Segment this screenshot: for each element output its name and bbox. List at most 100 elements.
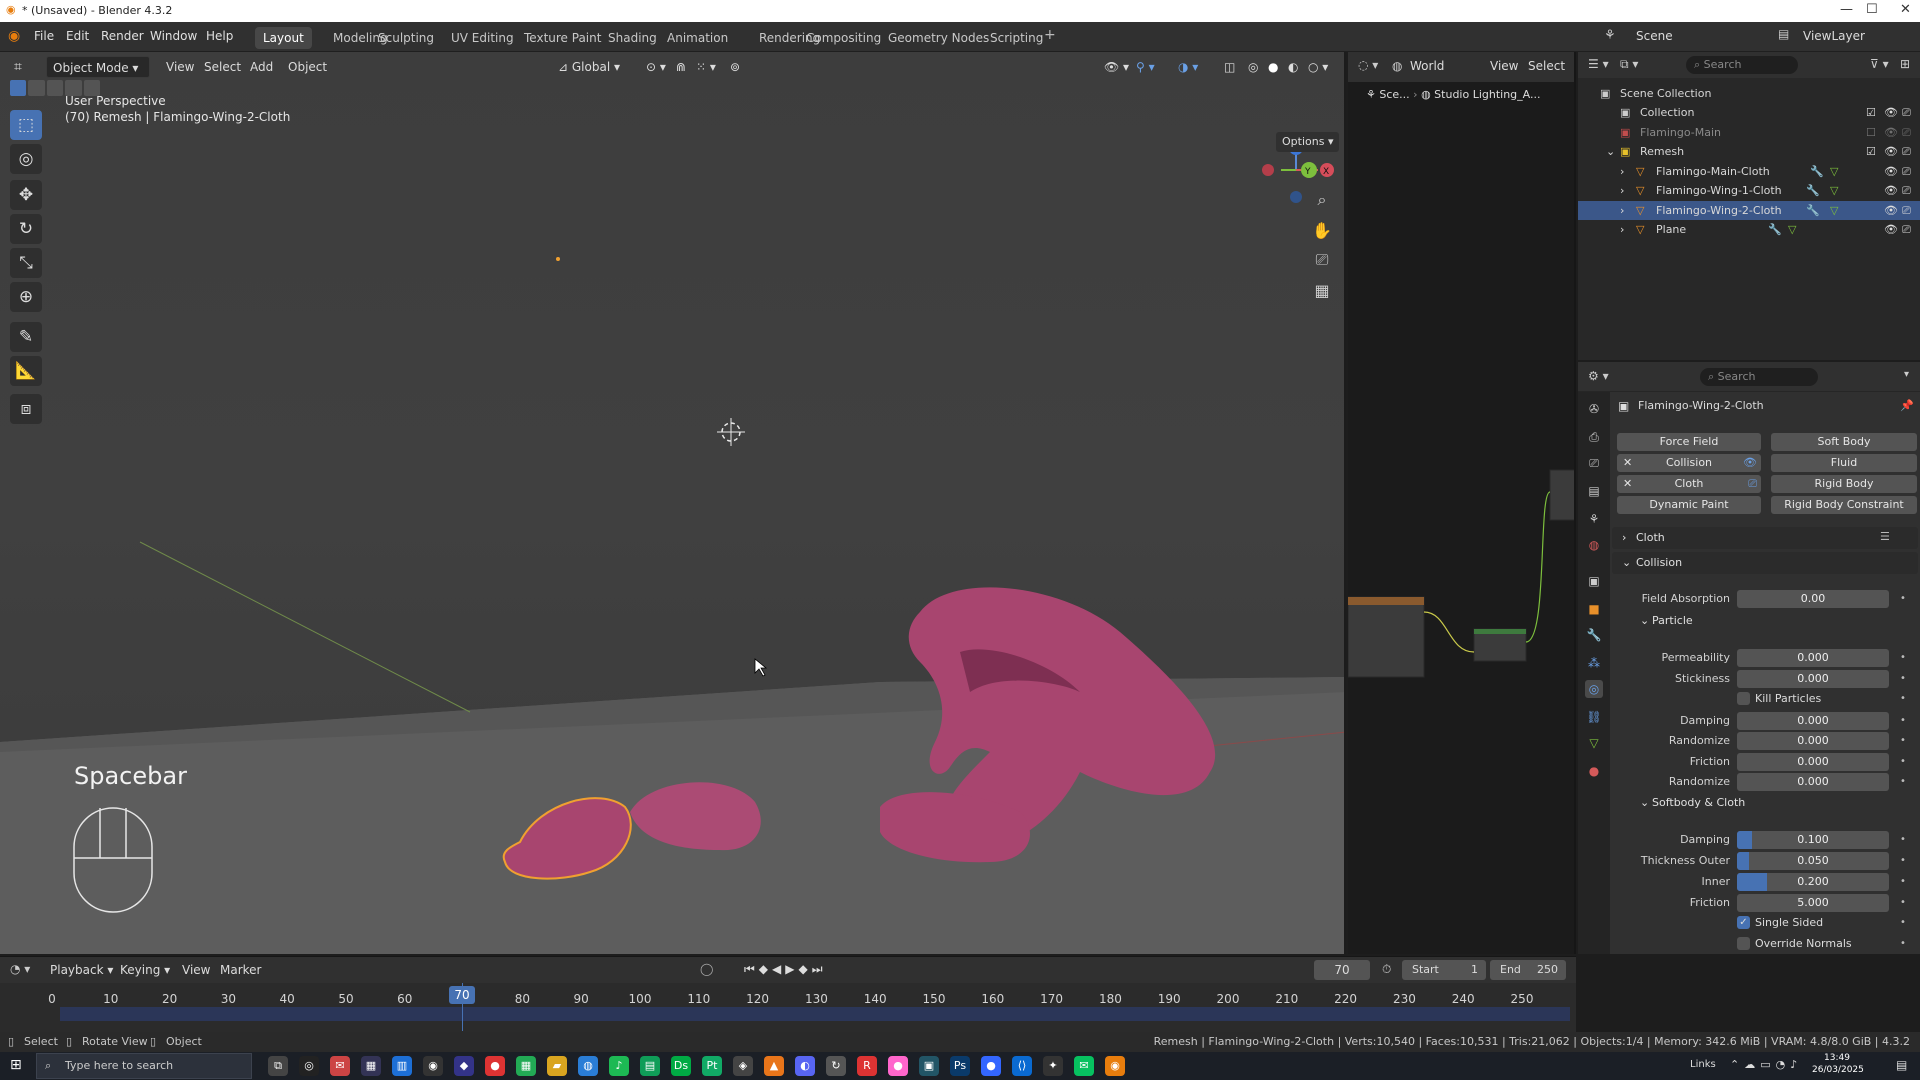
add-cube-tool-icon[interactable]: ⧈	[10, 394, 42, 424]
modifier-icon[interactable]: 🔧	[1806, 184, 1820, 197]
ortho-grid-icon[interactable]: ▦	[1308, 276, 1336, 304]
calendar-icon[interactable]: ▦	[361, 1056, 381, 1076]
scale-tool-icon[interactable]: ⤡	[10, 248, 42, 278]
menu-help[interactable]: Help	[206, 29, 233, 43]
menu-file[interactable]: File	[34, 29, 54, 43]
fluid-button[interactable]: Fluid	[1771, 454, 1917, 472]
editor-type-icon[interactable]: ⌗	[8, 56, 28, 78]
render-camera-icon[interactable]: ⎚	[1902, 145, 1911, 159]
app-icon[interactable]: R	[857, 1056, 877, 1076]
current-frame-field[interactable]: 70	[1314, 960, 1370, 980]
damping-s-field[interactable]: 0.100	[1737, 831, 1889, 849]
options-dropdown[interactable]: Options ▾	[1276, 132, 1340, 152]
render-camera-icon[interactable]: ⎚	[1902, 126, 1911, 140]
select-menu[interactable]: Select	[198, 56, 247, 78]
chevron-right-icon[interactable]: ›	[1620, 184, 1624, 197]
camera-view-icon[interactable]: ⎚	[1308, 246, 1336, 274]
tab-compositing[interactable]: Compositing	[798, 27, 889, 49]
visibility-eye-icon[interactable]: 👁	[1884, 223, 1898, 236]
mesh-data-icon[interactable]: ▽	[1788, 223, 1796, 236]
exclude-checkbox-icon[interactable]: ☐	[1866, 126, 1876, 139]
obs-icon[interactable]: ◉	[423, 1056, 443, 1076]
tool-tab-icon[interactable]: ✇	[1585, 400, 1603, 418]
rendered-shading-icon[interactable]: ○ ▾	[1302, 56, 1334, 78]
chrome-icon[interactable]: ◍	[578, 1056, 598, 1076]
permeability-field[interactable]: 0.000	[1737, 649, 1889, 667]
render-camera-icon[interactable]: ⎚	[1902, 165, 1911, 179]
maximize-icon[interactable]: ☐	[1866, 2, 1878, 17]
outliner-search-input[interactable]: ⌕ Search	[1686, 56, 1798, 74]
calculator-icon[interactable]: ▦	[516, 1056, 536, 1076]
outliner-item[interactable]: › ▽ Flamingo-Wing-2-Cloth 🔧 ▽ 👁 ⎚	[1578, 200, 1920, 220]
annotate-tool-icon[interactable]: ✎	[10, 322, 42, 352]
view-layer-tab-icon[interactable]: ▤	[1585, 482, 1603, 500]
friction-p-field[interactable]: 0.000	[1737, 753, 1889, 771]
tab-geometry-nodes[interactable]: Geometry Nodes	[880, 27, 997, 49]
outliner-scene-collection[interactable]: ▣ Scene Collection	[1578, 84, 1920, 103]
view-menu[interactable]: View	[160, 56, 200, 78]
taskbar-links[interactable]: Links	[1690, 1059, 1716, 1070]
keyframe-dot-icon[interactable]: •	[1900, 938, 1906, 949]
panel-list-icon[interactable]: ☰	[1880, 530, 1890, 543]
select-box-tool-icon[interactable]: ⬚	[10, 110, 42, 140]
transform-tool-icon[interactable]: ⊕	[10, 282, 42, 312]
keyframe-dot-icon[interactable]: •	[1900, 834, 1906, 845]
keyframe-dot-icon[interactable]: •	[1900, 693, 1906, 704]
tab-sculpting[interactable]: Sculpting	[370, 27, 442, 49]
keyframe-dot-icon[interactable]: •	[1900, 776, 1906, 787]
kill-particles-checkbox[interactable]	[1737, 692, 1750, 705]
timeline-type-icon[interactable]: ◔ ▾	[10, 962, 30, 976]
chevron-right-icon[interactable]: ›	[1620, 165, 1624, 178]
visibility-eye-icon[interactable]: 👁	[1884, 184, 1898, 197]
randomize-2-field[interactable]: 0.000	[1737, 773, 1889, 791]
blender-icon[interactable]: ◉	[1105, 1056, 1125, 1076]
explorer-icon[interactable]: ▰	[547, 1056, 567, 1076]
taskbar-search-input[interactable]: ⌕ Type here to search	[36, 1053, 252, 1079]
override-normals-checkbox[interactable]	[1737, 937, 1750, 950]
outliner-item[interactable]: › ▽ Plane 🔧 ▽ 👁 ⎚	[1578, 220, 1920, 239]
measure-tool-icon[interactable]: 📐	[10, 356, 42, 386]
mesh-data-icon[interactable]: ▽	[1830, 204, 1838, 217]
properties-options-icon[interactable]: ▾	[1904, 369, 1909, 380]
keyframe-dot-icon[interactable]: •	[1900, 855, 1906, 866]
keyframe-dot-icon[interactable]: •	[1900, 897, 1906, 908]
properties-search-input[interactable]: ⌕ Search	[1700, 368, 1818, 386]
marker-menu[interactable]: Marker	[220, 963, 261, 977]
inner-field[interactable]: 0.200	[1737, 873, 1889, 891]
blender-menu-icon[interactable]: ◉	[8, 28, 20, 44]
stickiness-field[interactable]: 0.000	[1737, 670, 1889, 688]
damping-p-field[interactable]: 0.000	[1737, 712, 1889, 730]
soft-body-button[interactable]: Soft Body	[1771, 433, 1917, 451]
3d-viewport[interactable]: Z X Y User Perspective (70) Remesh | Fla…	[0, 52, 1346, 954]
keyframe-dot-icon[interactable]: •	[1900, 652, 1906, 663]
select-new-icon[interactable]	[10, 80, 27, 96]
select-extend-icon[interactable]	[28, 80, 45, 96]
chevron-right-icon[interactable]: ›	[1620, 223, 1624, 236]
tab-scripting[interactable]: Scripting	[982, 27, 1051, 49]
cloth-button[interactable]: ✕ Cloth ⎚	[1617, 475, 1761, 493]
start-frame-field[interactable]: Start 1	[1402, 960, 1486, 980]
select-subtract-icon[interactable]	[46, 80, 64, 96]
data-tab-icon[interactable]: ▽	[1585, 734, 1603, 752]
photoshop-icon[interactable]: Ps	[950, 1056, 970, 1076]
render-camera-icon[interactable]: ⎚	[1902, 204, 1911, 218]
filter-icon[interactable]: ⊽ ▾	[1870, 57, 1889, 71]
outliner-item[interactable]: › ▽ Flamingo-Main-Cloth 🔧 ▽ 👁 ⎚	[1578, 162, 1920, 181]
keyframe-dot-icon[interactable]: •	[1900, 593, 1906, 604]
rigid-body-button[interactable]: Rigid Body	[1771, 475, 1917, 493]
keying-menu[interactable]: Keying ▾	[120, 963, 170, 977]
visibility-eye-icon[interactable]: 👁	[1884, 204, 1898, 217]
render-camera-icon[interactable]: ⎚	[1902, 223, 1911, 237]
playback-controls[interactable]: ⏮◆◀▶◆⏭	[744, 962, 827, 977]
orientation-dropdown[interactable]: ⊿ Global ▾	[552, 56, 626, 78]
particles-tab-icon[interactable]: ⁂	[1585, 654, 1603, 672]
menu-edit[interactable]: Edit	[66, 29, 89, 43]
app-icon[interactable]: ▣	[919, 1056, 939, 1076]
keyframe-dot-icon[interactable]: •	[1900, 735, 1906, 746]
chevron-down-icon[interactable]: ⌄	[1606, 145, 1615, 158]
overlays-icon[interactable]: ◑ ▾	[1172, 56, 1204, 78]
spotify-icon[interactable]: ♪	[609, 1056, 629, 1076]
object-menu[interactable]: Object	[282, 56, 333, 78]
collision-eye-icon[interactable]: 👁	[1743, 454, 1757, 472]
mesh-data-icon[interactable]: ▽	[1830, 165, 1838, 178]
